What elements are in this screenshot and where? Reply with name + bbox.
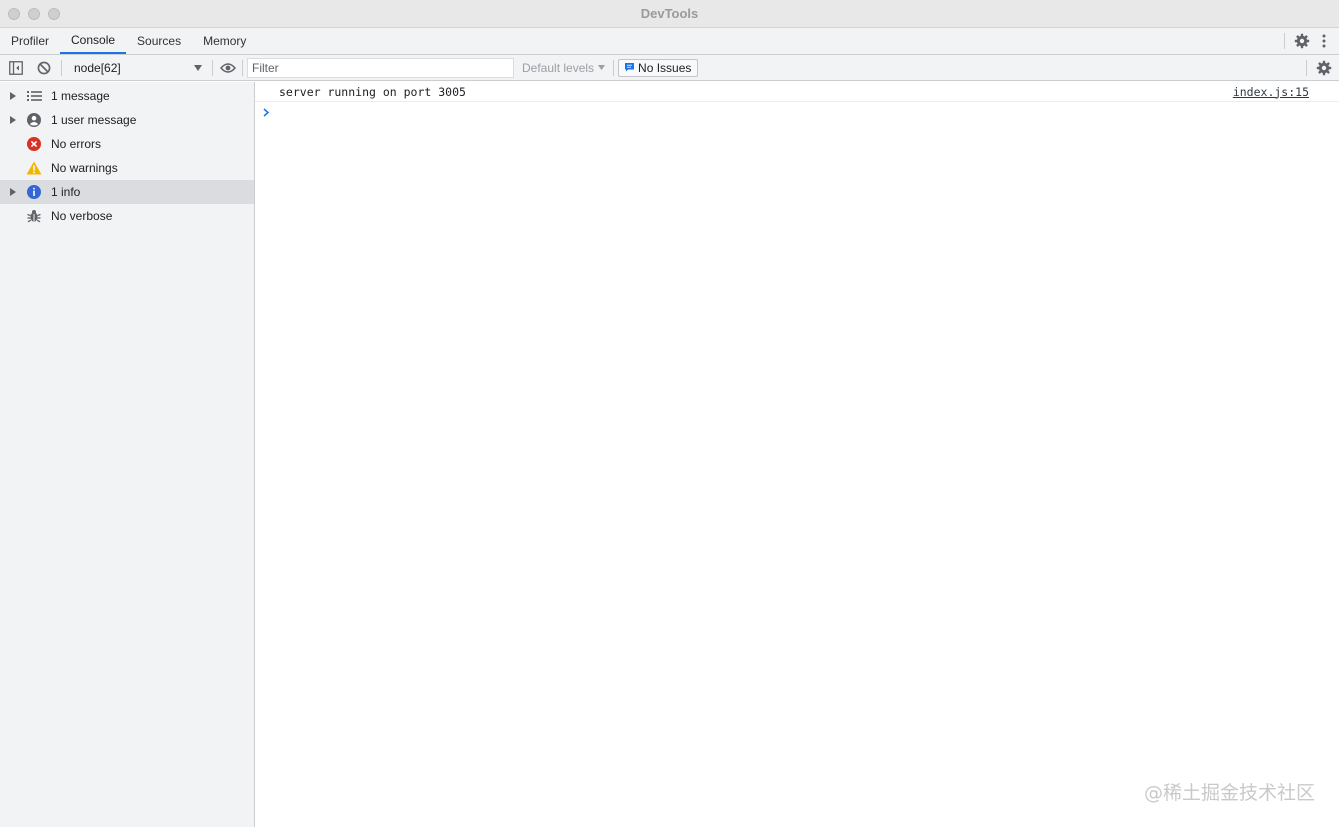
sidebar-item-label: No errors bbox=[51, 137, 102, 151]
sidebar-item-label: 1 user message bbox=[51, 113, 137, 127]
expand-arrow-icon[interactable] bbox=[0, 188, 26, 196]
sidebar-toggle-icon bbox=[9, 60, 23, 75]
gear-icon bbox=[1316, 60, 1332, 76]
error-icon bbox=[26, 136, 42, 152]
window-titlebar: DevTools bbox=[0, 0, 1339, 28]
dropdown-arrow-icon bbox=[194, 64, 202, 71]
clear-console-button[interactable] bbox=[33, 57, 55, 79]
sidebar-item-label: 1 message bbox=[51, 89, 110, 103]
expand-arrow-icon[interactable] bbox=[0, 92, 26, 100]
log-levels-dropdown[interactable]: Default levels bbox=[514, 61, 613, 75]
gear-icon bbox=[1294, 33, 1310, 49]
bug-icon bbox=[26, 208, 42, 224]
kebab-menu-icon bbox=[1322, 34, 1326, 48]
eye-icon bbox=[220, 62, 236, 73]
context-selector-value: node[62] bbox=[74, 60, 121, 75]
console-toolbar: node[62] Default levels No Issues bbox=[0, 55, 1339, 81]
info-icon bbox=[26, 184, 42, 200]
user-circle-icon bbox=[26, 112, 42, 128]
tab-profiler[interactable]: Profiler bbox=[0, 28, 60, 54]
tab-console[interactable]: Console bbox=[60, 28, 127, 54]
watermark: @稀土掘金技术社区 bbox=[1143, 782, 1315, 804]
issue-message-icon bbox=[625, 63, 635, 72]
console-prompt[interactable] bbox=[255, 102, 1339, 122]
divider bbox=[613, 59, 615, 76]
console-message-source-link[interactable]: index.js:15 bbox=[1233, 85, 1309, 99]
console-main: 1 message 1 user message No errors No wa… bbox=[0, 82, 1339, 827]
divider bbox=[1284, 33, 1285, 49]
block-icon bbox=[37, 61, 51, 74]
window-title: DevTools bbox=[640, 6, 699, 21]
divider bbox=[1306, 60, 1307, 76]
more-options-button[interactable] bbox=[1313, 30, 1335, 52]
console-message-text: server running on port 3005 bbox=[279, 84, 466, 99]
tab-memory[interactable]: Memory bbox=[192, 28, 257, 54]
sidebar-item-warnings[interactable]: No warnings bbox=[0, 156, 254, 180]
divider bbox=[61, 59, 62, 76]
sidebar-item-user-messages[interactable]: 1 user message bbox=[0, 108, 254, 132]
divider bbox=[242, 59, 243, 76]
dropdown-arrow-icon bbox=[598, 65, 606, 70]
sidebar-item-label: No warnings bbox=[51, 161, 118, 175]
panel-tabbar: Profiler Console Sources Memory bbox=[0, 28, 1339, 55]
console-message-row[interactable]: server running on port 3005 index.js:15 bbox=[255, 82, 1339, 102]
context-selector[interactable]: node[62] bbox=[64, 58, 210, 78]
filter-input[interactable] bbox=[247, 57, 514, 78]
console-settings-button[interactable] bbox=[1313, 57, 1335, 79]
issues-label: No Issues bbox=[638, 60, 692, 75]
warning-icon bbox=[26, 160, 42, 176]
sidebar-item-verbose[interactable]: No verbose bbox=[0, 204, 254, 228]
sidebar-item-info[interactable]: 1 info bbox=[0, 180, 254, 204]
settings-button[interactable] bbox=[1291, 30, 1313, 52]
issues-button[interactable]: No Issues bbox=[618, 58, 699, 77]
toggle-sidebar-button[interactable] bbox=[5, 57, 27, 79]
console-sidebar: 1 message 1 user message No errors No wa… bbox=[0, 82, 255, 827]
expand-arrow-icon[interactable] bbox=[0, 116, 26, 124]
sidebar-item-messages[interactable]: 1 message bbox=[0, 84, 254, 108]
sidebar-item-label: 1 info bbox=[51, 185, 81, 199]
log-levels-label: Default levels bbox=[522, 60, 595, 75]
console-output[interactable]: server running on port 3005 index.js:15 … bbox=[255, 82, 1339, 827]
live-expression-button[interactable] bbox=[217, 57, 239, 79]
divider bbox=[212, 59, 213, 76]
sidebar-item-errors[interactable]: No errors bbox=[0, 132, 254, 156]
list-icon bbox=[26, 88, 42, 104]
prompt-chevron-icon bbox=[263, 107, 270, 117]
sidebar-item-label: No verbose bbox=[51, 209, 113, 223]
tab-sources[interactable]: Sources bbox=[126, 28, 192, 54]
